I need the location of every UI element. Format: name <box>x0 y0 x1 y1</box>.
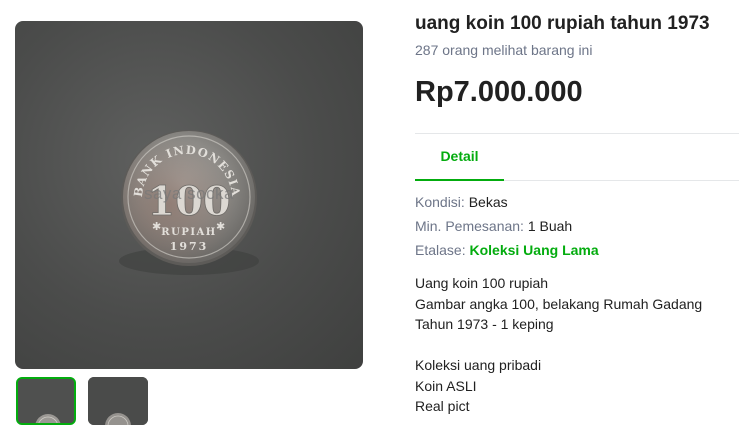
spec-label: Etalase: <box>415 242 466 258</box>
thumbnail-2[interactable] <box>88 377 148 425</box>
image-watermark: saya socka <box>143 184 235 203</box>
tab-detail[interactable]: Detail <box>415 134 504 179</box>
thumbnail-strip <box>15 377 363 427</box>
description-line: Koleksi uang pribadi <box>415 357 542 373</box>
thumbnail-1[interactable] <box>16 377 76 425</box>
view-count: 287 orang melihat barang ini <box>415 42 593 58</box>
coin-year: 1973 <box>170 240 209 253</box>
svg-text:✱: ✱ <box>152 220 161 233</box>
showcase-link[interactable]: Koleksi Uang Lama <box>469 242 598 258</box>
product-title: uang koin 100 rupiah tahun 1973 <box>415 13 710 34</box>
thumbnail-coin-image <box>18 379 74 423</box>
svg-text:✱: ✱ <box>216 220 225 233</box>
description-line: Real pict <box>415 398 470 414</box>
product-gallery: BANK INDONESIA 100 RUPIAH 1973 ✱ ✱ saya … <box>15 21 363 425</box>
spec-label: Kondisi: <box>415 194 465 210</box>
product-price: Rp7.000.000 <box>415 76 583 108</box>
description-line <box>415 335 702 356</box>
spec-label: Min. Pemesanan: <box>415 218 524 234</box>
spec-min-order: Min. Pemesanan: 1 Buah <box>415 218 572 234</box>
spec-value: Bekas <box>468 194 508 210</box>
spec-value: 1 Buah <box>527 218 573 234</box>
thumbnail-coin-image <box>88 377 148 425</box>
product-description: Uang koin 100 rupiah Gambar angka 100, b… <box>415 273 702 417</box>
spec-condition: Kondisi: Bekas <box>415 194 508 210</box>
coin-bottom-text: RUPIAH <box>161 227 216 238</box>
detail-tabs: Detail <box>415 133 739 181</box>
spec-showcase: Etalase: Koleksi Uang Lama <box>415 242 599 258</box>
description-line: Gambar angka 100, belakang Rumah Gadang <box>415 295 703 312</box>
description-line: Tahun 1973 - 1 keping <box>415 316 554 332</box>
description-line: Koin ASLI <box>415 377 477 394</box>
active-tab-indicator <box>415 179 504 181</box>
main-product-image[interactable]: BANK INDONESIA 100 RUPIAH 1973 ✱ ✱ saya … <box>15 21 363 369</box>
description-line: Uang koin 100 rupiah <box>415 275 549 291</box>
